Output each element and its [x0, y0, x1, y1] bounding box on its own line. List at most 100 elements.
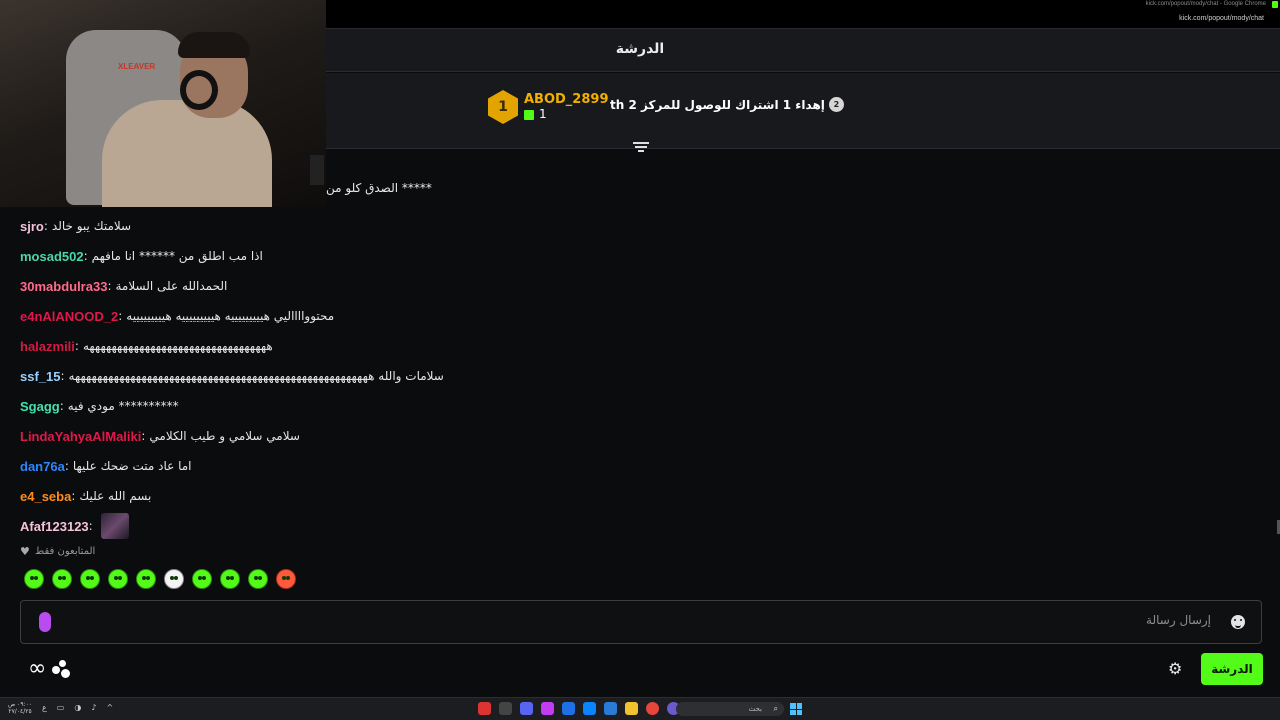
app-record-icon[interactable]	[478, 702, 491, 715]
emote-mushroom-icon[interactable]	[276, 569, 296, 589]
chat-message: dan76a: اما عاد متت ضحك عليها	[20, 451, 920, 481]
emote-headphones-icon[interactable]	[192, 569, 212, 589]
microphone-icon[interactable]	[39, 612, 51, 632]
message-text: الحمدالله على السلامة	[115, 279, 228, 293]
chat-message: Sgagg: مودي فيه **********	[20, 391, 920, 421]
message-username[interactable]: mosad502	[20, 249, 84, 264]
app-store-icon[interactable]	[604, 702, 617, 715]
emote-image-icon	[100, 513, 129, 539]
app-mail-icon[interactable]	[583, 702, 596, 715]
message-username[interactable]: LindaYahyaAlMaliki	[20, 429, 141, 444]
message-username[interactable]: 30mabdulra33	[20, 279, 107, 294]
emote-cry-icon[interactable]	[108, 569, 128, 589]
language-icon[interactable]: ع	[42, 703, 47, 712]
chat-message: mosad502: اذا مب اطلق من ****** انا مافهم	[20, 241, 920, 271]
message-colon: :	[83, 249, 88, 263]
rank-badge-icon: 1	[488, 90, 518, 124]
message-text: هههههههههههههههههههههههههههههههههه	[82, 339, 273, 353]
webcam-overlay: XLEAVER	[0, 0, 326, 207]
windows-taskbar: ٠٩:٠٠ ص ٢٧/٠٤/٢٥ ع ▭ ◑ ♪ ^ بحث ⌕	[0, 697, 1280, 720]
emote-wave-icon[interactable]	[248, 569, 268, 589]
mic-tray-icon[interactable]: ♪	[91, 703, 96, 712]
message-text: سلامات والله ههههههههههههههههههههههههههه…	[68, 369, 444, 383]
emoji-picker-icon[interactable]	[1231, 615, 1245, 629]
chat-message: e4_seba: بسم الله عليك	[20, 481, 920, 511]
chat-message: halazmili: هههههههههههههههههههههههههههههه…	[20, 331, 920, 361]
chat-message: LindaYahyaAlMaliki: سلامي سلامي و طيب الك…	[20, 421, 920, 451]
partial-message: الصدق كلو من *****	[326, 181, 432, 195]
emote-glasses-icon[interactable]	[164, 569, 184, 589]
settings-gear-icon[interactable]: ⚙	[1168, 659, 1182, 679]
chat-message: sjro: سلامتك يبو خالد	[20, 211, 920, 241]
collapse-pinned-icon[interactable]	[632, 140, 650, 154]
goal-rank-icon: 2	[828, 97, 844, 112]
address-url[interactable]: kick.com/popout/mody/chat	[1179, 15, 1264, 22]
app-xbox-icon[interactable]	[499, 702, 512, 715]
streamer-body	[102, 100, 272, 207]
app-folder-icon[interactable]	[625, 702, 638, 715]
emote-kekw-icon[interactable]	[24, 569, 44, 589]
chat-message: e4nAlANOOD_2: محتووااااليي هيييييييييه هي…	[20, 301, 920, 331]
message-colon: :	[71, 489, 76, 503]
dots-icon[interactable]	[52, 660, 70, 678]
emote-smile-icon[interactable]	[220, 569, 240, 589]
leader-username[interactable]: ABOD_2899	[524, 92, 609, 107]
message-composer	[20, 600, 1262, 644]
message-text: اما عاد متت ضحك عليها	[72, 459, 192, 473]
followers-only-label: المتابعون فقط	[35, 546, 96, 557]
app-discord-icon[interactable]	[520, 702, 533, 715]
system-tray: ع ▭ ◑ ♪ ^	[42, 703, 113, 712]
taskbar-search[interactable]: بحث ⌕	[676, 702, 784, 716]
microphone-stand	[310, 155, 324, 185]
volume-icon[interactable]: ◑	[74, 703, 81, 712]
message-input[interactable]	[311, 613, 1211, 627]
chair-logo: XLEAVER	[118, 62, 156, 71]
message-colon: :	[107, 279, 112, 293]
clock-date: ٢٧/٠٤/٢٥	[8, 708, 32, 715]
message-colon: :	[118, 309, 123, 323]
app-chrome-icon[interactable]	[646, 702, 659, 715]
message-username[interactable]: ssf_15	[20, 369, 60, 384]
app-messenger-icon[interactable]	[541, 702, 554, 715]
emote-angry-icon[interactable]	[136, 569, 156, 589]
message-username[interactable]: halazmili	[20, 339, 75, 354]
emote-smirk-icon[interactable]	[52, 569, 72, 589]
chat-message: 30mabdulra33: الحمدالله على السلامة	[20, 271, 920, 301]
taskbar-clock[interactable]: ٠٩:٠٠ ص ٢٧/٠٤/٢٥	[8, 701, 32, 715]
message-text: سلامتك يبو خالد	[51, 219, 132, 233]
message-username[interactable]: e4_seba	[20, 489, 71, 504]
message-text: محتووااااليي هيييييييييه هيييييييييه هيي…	[126, 309, 335, 323]
chat-message: Afaf123123:	[20, 511, 920, 541]
message-username[interactable]: dan76a	[20, 459, 65, 474]
emote-love-icon[interactable]	[80, 569, 100, 589]
quick-emotes	[24, 569, 296, 589]
gift-count-value: 1	[539, 107, 547, 121]
gift-icon	[524, 109, 534, 120]
network-icon[interactable]: ▭	[57, 703, 65, 712]
send-chat-button[interactable]: الدرشة	[1201, 653, 1263, 685]
message-text: بسم الله عليك	[79, 489, 152, 503]
message-username[interactable]: Sgagg	[20, 399, 60, 414]
message-text: سلامي سلامي و طيب الكلامي	[149, 429, 300, 443]
chevron-up-icon[interactable]: ^	[106, 703, 113, 712]
message-username[interactable]: e4nAlANOOD_2	[20, 309, 118, 324]
leader-gift-count: 1	[524, 107, 609, 122]
chat-message: ssf_15: سلامات والله هههههههههههههههههههه…	[20, 361, 920, 391]
app-media-icon[interactable]	[562, 702, 575, 715]
message-colon: :	[64, 459, 69, 473]
goal-text: إهداء 1 اشتراك للوصول للمركز 2 th	[610, 97, 825, 112]
message-username[interactable]: sjro	[20, 219, 44, 234]
search-icon: ⌕	[773, 704, 778, 713]
message-text: مودي فيه **********	[67, 399, 179, 413]
gift-leaderboard[interactable]: 1 ABOD_2899 1	[488, 90, 609, 124]
message-text: اذا مب اطلق من ****** انا مافهم	[91, 249, 263, 263]
kick-favicon-icon	[1272, 1, 1278, 8]
windows-start-icon[interactable]	[790, 703, 802, 715]
window-title: kick.com/popout/mody/chat - Google Chrom…	[1145, 1, 1266, 7]
message-username[interactable]: Afaf123123	[20, 519, 89, 534]
infinity-icon[interactable]: ∞	[28, 658, 46, 680]
clock-time: ٠٩:٠٠ ص	[8, 701, 33, 708]
search-placeholder: بحث	[748, 705, 762, 713]
taskbar-apps	[478, 702, 680, 715]
message-colon: :	[88, 519, 93, 533]
